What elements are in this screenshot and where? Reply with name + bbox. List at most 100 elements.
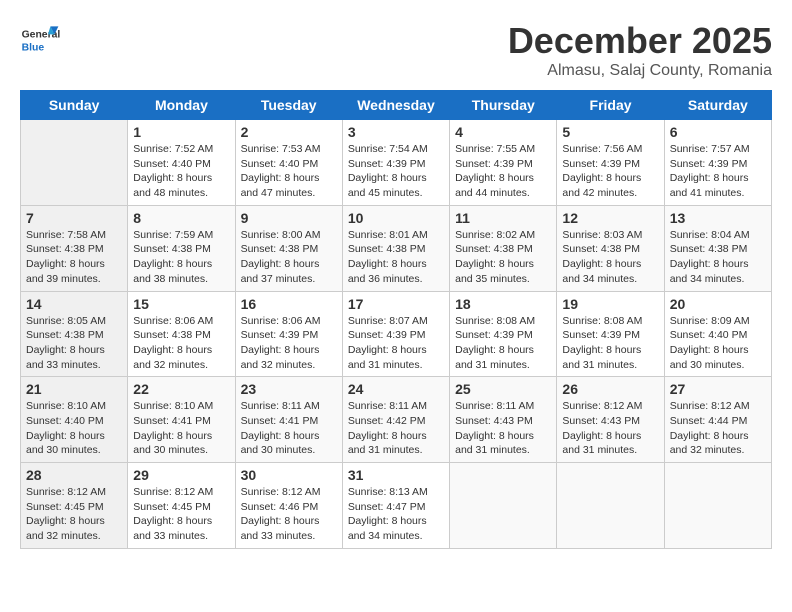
day-number: 4 bbox=[455, 124, 551, 140]
calendar-week-1: 1 Sunrise: 7:52 AMSunset: 4:40 PMDaylight… bbox=[21, 120, 772, 206]
logo: General Blue bbox=[20, 20, 64, 60]
calendar-cell: 13 Sunrise: 8:04 AMSunset: 4:38 PMDayligh… bbox=[664, 205, 771, 291]
calendar-cell: 24 Sunrise: 8:11 AMSunset: 4:42 PMDayligh… bbox=[342, 377, 449, 463]
day-info: Sunrise: 8:06 AMSunset: 4:39 PMDaylight:… bbox=[241, 314, 337, 373]
day-info: Sunrise: 8:10 AMSunset: 4:40 PMDaylight:… bbox=[26, 399, 122, 458]
calendar-cell: 30Sunrise: 8:12 AMSunset: 4:46 PMDayligh… bbox=[235, 463, 342, 549]
day-number: 27 bbox=[670, 381, 766, 397]
month-title: December 2025 bbox=[508, 20, 772, 62]
day-info: Sunrise: 7:52 AMSunset: 4:40 PMDaylight:… bbox=[133, 142, 229, 201]
calendar-cell: 16 Sunrise: 8:06 AMSunset: 4:39 PMDayligh… bbox=[235, 291, 342, 377]
day-info: Sunrise: 7:59 AMSunset: 4:38 PMDaylight:… bbox=[133, 228, 229, 287]
day-number: 9 bbox=[241, 210, 337, 226]
day-info: Sunrise: 8:11 AMSunset: 4:41 PMDaylight:… bbox=[241, 399, 337, 458]
day-info: Sunrise: 8:01 AMSunset: 4:38 PMDaylight:… bbox=[348, 228, 444, 287]
day-info: Sunrise: 7:57 AMSunset: 4:39 PMDaylight:… bbox=[670, 142, 766, 201]
day-number: 22 bbox=[133, 381, 229, 397]
day-info: Sunrise: 8:11 AMSunset: 4:43 PMDaylight:… bbox=[455, 399, 551, 458]
day-info: Sunrise: 8:12 AMSunset: 4:44 PMDaylight:… bbox=[670, 399, 766, 458]
day-number: 12 bbox=[562, 210, 658, 226]
day-number: 31 bbox=[348, 467, 444, 483]
day-number: 25 bbox=[455, 381, 551, 397]
location-subtitle: Almasu, Salaj County, Romania bbox=[508, 62, 772, 80]
day-number: 28 bbox=[26, 467, 122, 483]
calendar-cell: 12 Sunrise: 8:03 AMSunset: 4:38 PMDayligh… bbox=[557, 205, 664, 291]
day-info: Sunrise: 8:10 AMSunset: 4:41 PMDaylight:… bbox=[133, 399, 229, 458]
weekday-header-thursday: Thursday bbox=[450, 91, 557, 120]
calendar-cell: 9 Sunrise: 8:00 AMSunset: 4:38 PMDaylight… bbox=[235, 205, 342, 291]
day-info: Sunrise: 8:00 AMSunset: 4:38 PMDaylight:… bbox=[241, 228, 337, 287]
weekday-header-sunday: Sunday bbox=[21, 91, 128, 120]
day-info: Sunrise: 8:11 AMSunset: 4:42 PMDaylight:… bbox=[348, 399, 444, 458]
day-info: Sunrise: 8:12 AMSunset: 4:46 PMDaylight:… bbox=[241, 485, 337, 544]
calendar-cell: 15 Sunrise: 8:06 AMSunset: 4:38 PMDayligh… bbox=[128, 291, 235, 377]
calendar-cell bbox=[557, 463, 664, 549]
day-info: Sunrise: 7:55 AMSunset: 4:39 PMDaylight:… bbox=[455, 142, 551, 201]
calendar-cell: 19 Sunrise: 8:08 AMSunset: 4:39 PMDayligh… bbox=[557, 291, 664, 377]
logo-icon: General Blue bbox=[20, 20, 60, 60]
calendar-week-5: 28 Sunrise: 8:12 AMSunset: 4:45 PMDayligh… bbox=[21, 463, 772, 549]
calendar-cell: 17 Sunrise: 8:07 AMSunset: 4:39 PMDayligh… bbox=[342, 291, 449, 377]
day-number: 17 bbox=[348, 296, 444, 312]
day-number: 13 bbox=[670, 210, 766, 226]
day-number: 14 bbox=[26, 296, 122, 312]
calendar-cell: 11Sunrise: 8:02 AMSunset: 4:38 PMDayligh… bbox=[450, 205, 557, 291]
day-info: Sunrise: 8:12 AMSunset: 4:43 PMDaylight:… bbox=[562, 399, 658, 458]
day-number: 26 bbox=[562, 381, 658, 397]
calendar-cell bbox=[664, 463, 771, 549]
calendar-cell: 4 Sunrise: 7:55 AMSunset: 4:39 PMDaylight… bbox=[450, 120, 557, 206]
calendar-cell: 23Sunrise: 8:11 AMSunset: 4:41 PMDayligh… bbox=[235, 377, 342, 463]
svg-text:Blue: Blue bbox=[22, 42, 45, 53]
calendar-cell: 7Sunrise: 7:58 AMSunset: 4:38 PMDaylight… bbox=[21, 205, 128, 291]
calendar-cell: 22 Sunrise: 8:10 AMSunset: 4:41 PMDayligh… bbox=[128, 377, 235, 463]
calendar-cell: 1 Sunrise: 7:52 AMSunset: 4:40 PMDaylight… bbox=[128, 120, 235, 206]
day-number: 29 bbox=[133, 467, 229, 483]
day-number: 11 bbox=[455, 210, 551, 226]
day-info: Sunrise: 8:08 AMSunset: 4:39 PMDaylight:… bbox=[562, 314, 658, 373]
calendar-table: SundayMondayTuesdayWednesdayThursdayFrid… bbox=[20, 90, 772, 549]
calendar-cell: 20 Sunrise: 8:09 AMSunset: 4:40 PMDayligh… bbox=[664, 291, 771, 377]
day-info: Sunrise: 8:08 AMSunset: 4:39 PMDaylight:… bbox=[455, 314, 551, 373]
calendar-cell bbox=[21, 120, 128, 206]
day-info: Sunrise: 8:07 AMSunset: 4:39 PMDaylight:… bbox=[348, 314, 444, 373]
day-number: 19 bbox=[562, 296, 658, 312]
calendar-cell: 31Sunrise: 8:13 AMSunset: 4:47 PMDayligh… bbox=[342, 463, 449, 549]
day-number: 24 bbox=[348, 381, 444, 397]
day-info: Sunrise: 8:04 AMSunset: 4:38 PMDaylight:… bbox=[670, 228, 766, 287]
day-info: Sunrise: 7:54 AMSunset: 4:39 PMDaylight:… bbox=[348, 142, 444, 201]
weekday-header-row: SundayMondayTuesdayWednesdayThursdayFrid… bbox=[21, 91, 772, 120]
calendar-cell: 21 Sunrise: 8:10 AMSunset: 4:40 PMDayligh… bbox=[21, 377, 128, 463]
day-number: 3 bbox=[348, 124, 444, 140]
calendar-week-2: 7Sunrise: 7:58 AMSunset: 4:38 PMDaylight… bbox=[21, 205, 772, 291]
header: General Blue December 2025 Almasu, Salaj… bbox=[20, 20, 772, 80]
calendar-cell: 3 Sunrise: 7:54 AMSunset: 4:39 PMDaylight… bbox=[342, 120, 449, 206]
day-info: Sunrise: 7:53 AMSunset: 4:40 PMDaylight:… bbox=[241, 142, 337, 201]
calendar-cell: 29 Sunrise: 8:12 AMSunset: 4:45 PMDayligh… bbox=[128, 463, 235, 549]
day-info: Sunrise: 8:03 AMSunset: 4:38 PMDaylight:… bbox=[562, 228, 658, 287]
weekday-header-tuesday: Tuesday bbox=[235, 91, 342, 120]
day-info: Sunrise: 8:12 AMSunset: 4:45 PMDaylight:… bbox=[133, 485, 229, 544]
weekday-header-monday: Monday bbox=[128, 91, 235, 120]
day-number: 15 bbox=[133, 296, 229, 312]
day-number: 6 bbox=[670, 124, 766, 140]
day-info: Sunrise: 7:56 AMSunset: 4:39 PMDaylight:… bbox=[562, 142, 658, 201]
day-info: Sunrise: 8:12 AMSunset: 4:45 PMDaylight:… bbox=[26, 485, 122, 544]
day-info: Sunrise: 8:09 AMSunset: 4:40 PMDaylight:… bbox=[670, 314, 766, 373]
day-info: Sunrise: 8:06 AMSunset: 4:38 PMDaylight:… bbox=[133, 314, 229, 373]
day-number: 2 bbox=[241, 124, 337, 140]
title-section: December 2025 Almasu, Salaj County, Roma… bbox=[508, 20, 772, 80]
calendar-cell: 14 Sunrise: 8:05 AMSunset: 4:38 PMDayligh… bbox=[21, 291, 128, 377]
calendar-cell: 25 Sunrise: 8:11 AMSunset: 4:43 PMDayligh… bbox=[450, 377, 557, 463]
day-number: 20 bbox=[670, 296, 766, 312]
calendar-cell: 8 Sunrise: 7:59 AMSunset: 4:38 PMDaylight… bbox=[128, 205, 235, 291]
day-number: 21 bbox=[26, 381, 122, 397]
calendar-week-4: 21 Sunrise: 8:10 AMSunset: 4:40 PMDayligh… bbox=[21, 377, 772, 463]
day-number: 10 bbox=[348, 210, 444, 226]
day-number: 8 bbox=[133, 210, 229, 226]
calendar-cell: 5Sunrise: 7:56 AMSunset: 4:39 PMDaylight… bbox=[557, 120, 664, 206]
day-number: 16 bbox=[241, 296, 337, 312]
weekday-header-friday: Friday bbox=[557, 91, 664, 120]
day-number: 1 bbox=[133, 124, 229, 140]
calendar-cell: 26 Sunrise: 8:12 AMSunset: 4:43 PMDayligh… bbox=[557, 377, 664, 463]
day-info: Sunrise: 8:05 AMSunset: 4:38 PMDaylight:… bbox=[26, 314, 122, 373]
